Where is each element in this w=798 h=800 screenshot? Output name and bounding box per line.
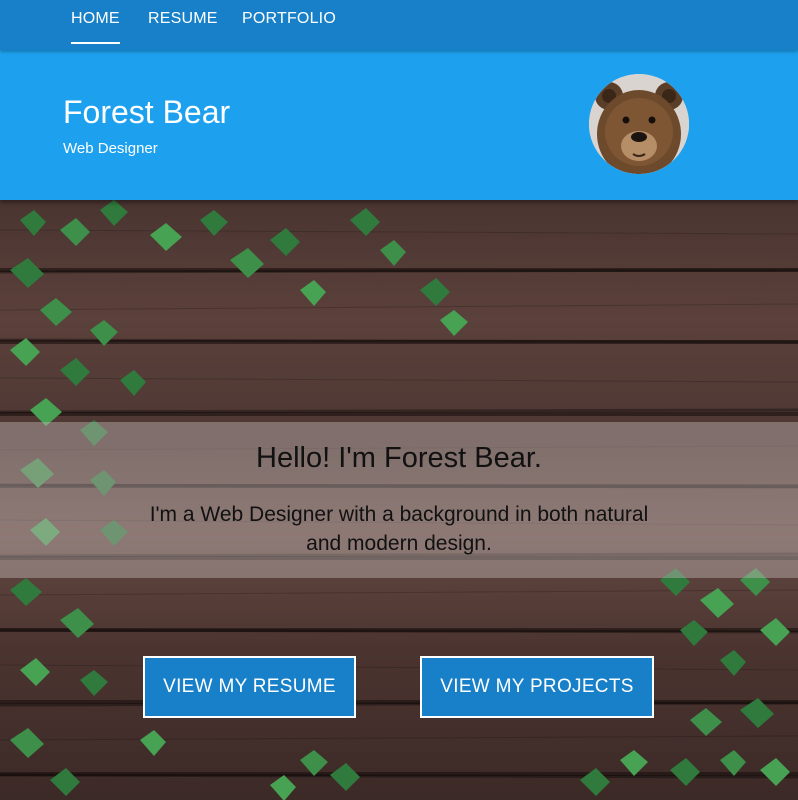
nav-item-portfolio[interactable]: PORTFOLIO <box>242 0 336 42</box>
site-role: Web Designer <box>63 140 158 157</box>
hero-title: Hello! I'm Forest Bear. <box>256 442 542 474</box>
nav-item-home[interactable]: HOME <box>71 0 120 44</box>
site-name: Forest Bear <box>63 94 231 130</box>
nav-item-resume[interactable]: RESUME <box>148 0 218 42</box>
view-resume-button[interactable]: VIEW MY RESUME <box>143 656 356 718</box>
top-nav: HOME RESUME PORTFOLIO <box>0 0 798 50</box>
hero-intro-text: I'm a Web Designer with a background in … <box>149 503 649 555</box>
bear-avatar-icon <box>589 74 689 174</box>
site-header: Forest Bear Web Designer <box>0 50 798 200</box>
hero-section: Hello! I'm Forest Bear. I'm a Web Design… <box>0 200 798 800</box>
view-projects-button[interactable]: VIEW MY PROJECTS <box>420 656 654 718</box>
